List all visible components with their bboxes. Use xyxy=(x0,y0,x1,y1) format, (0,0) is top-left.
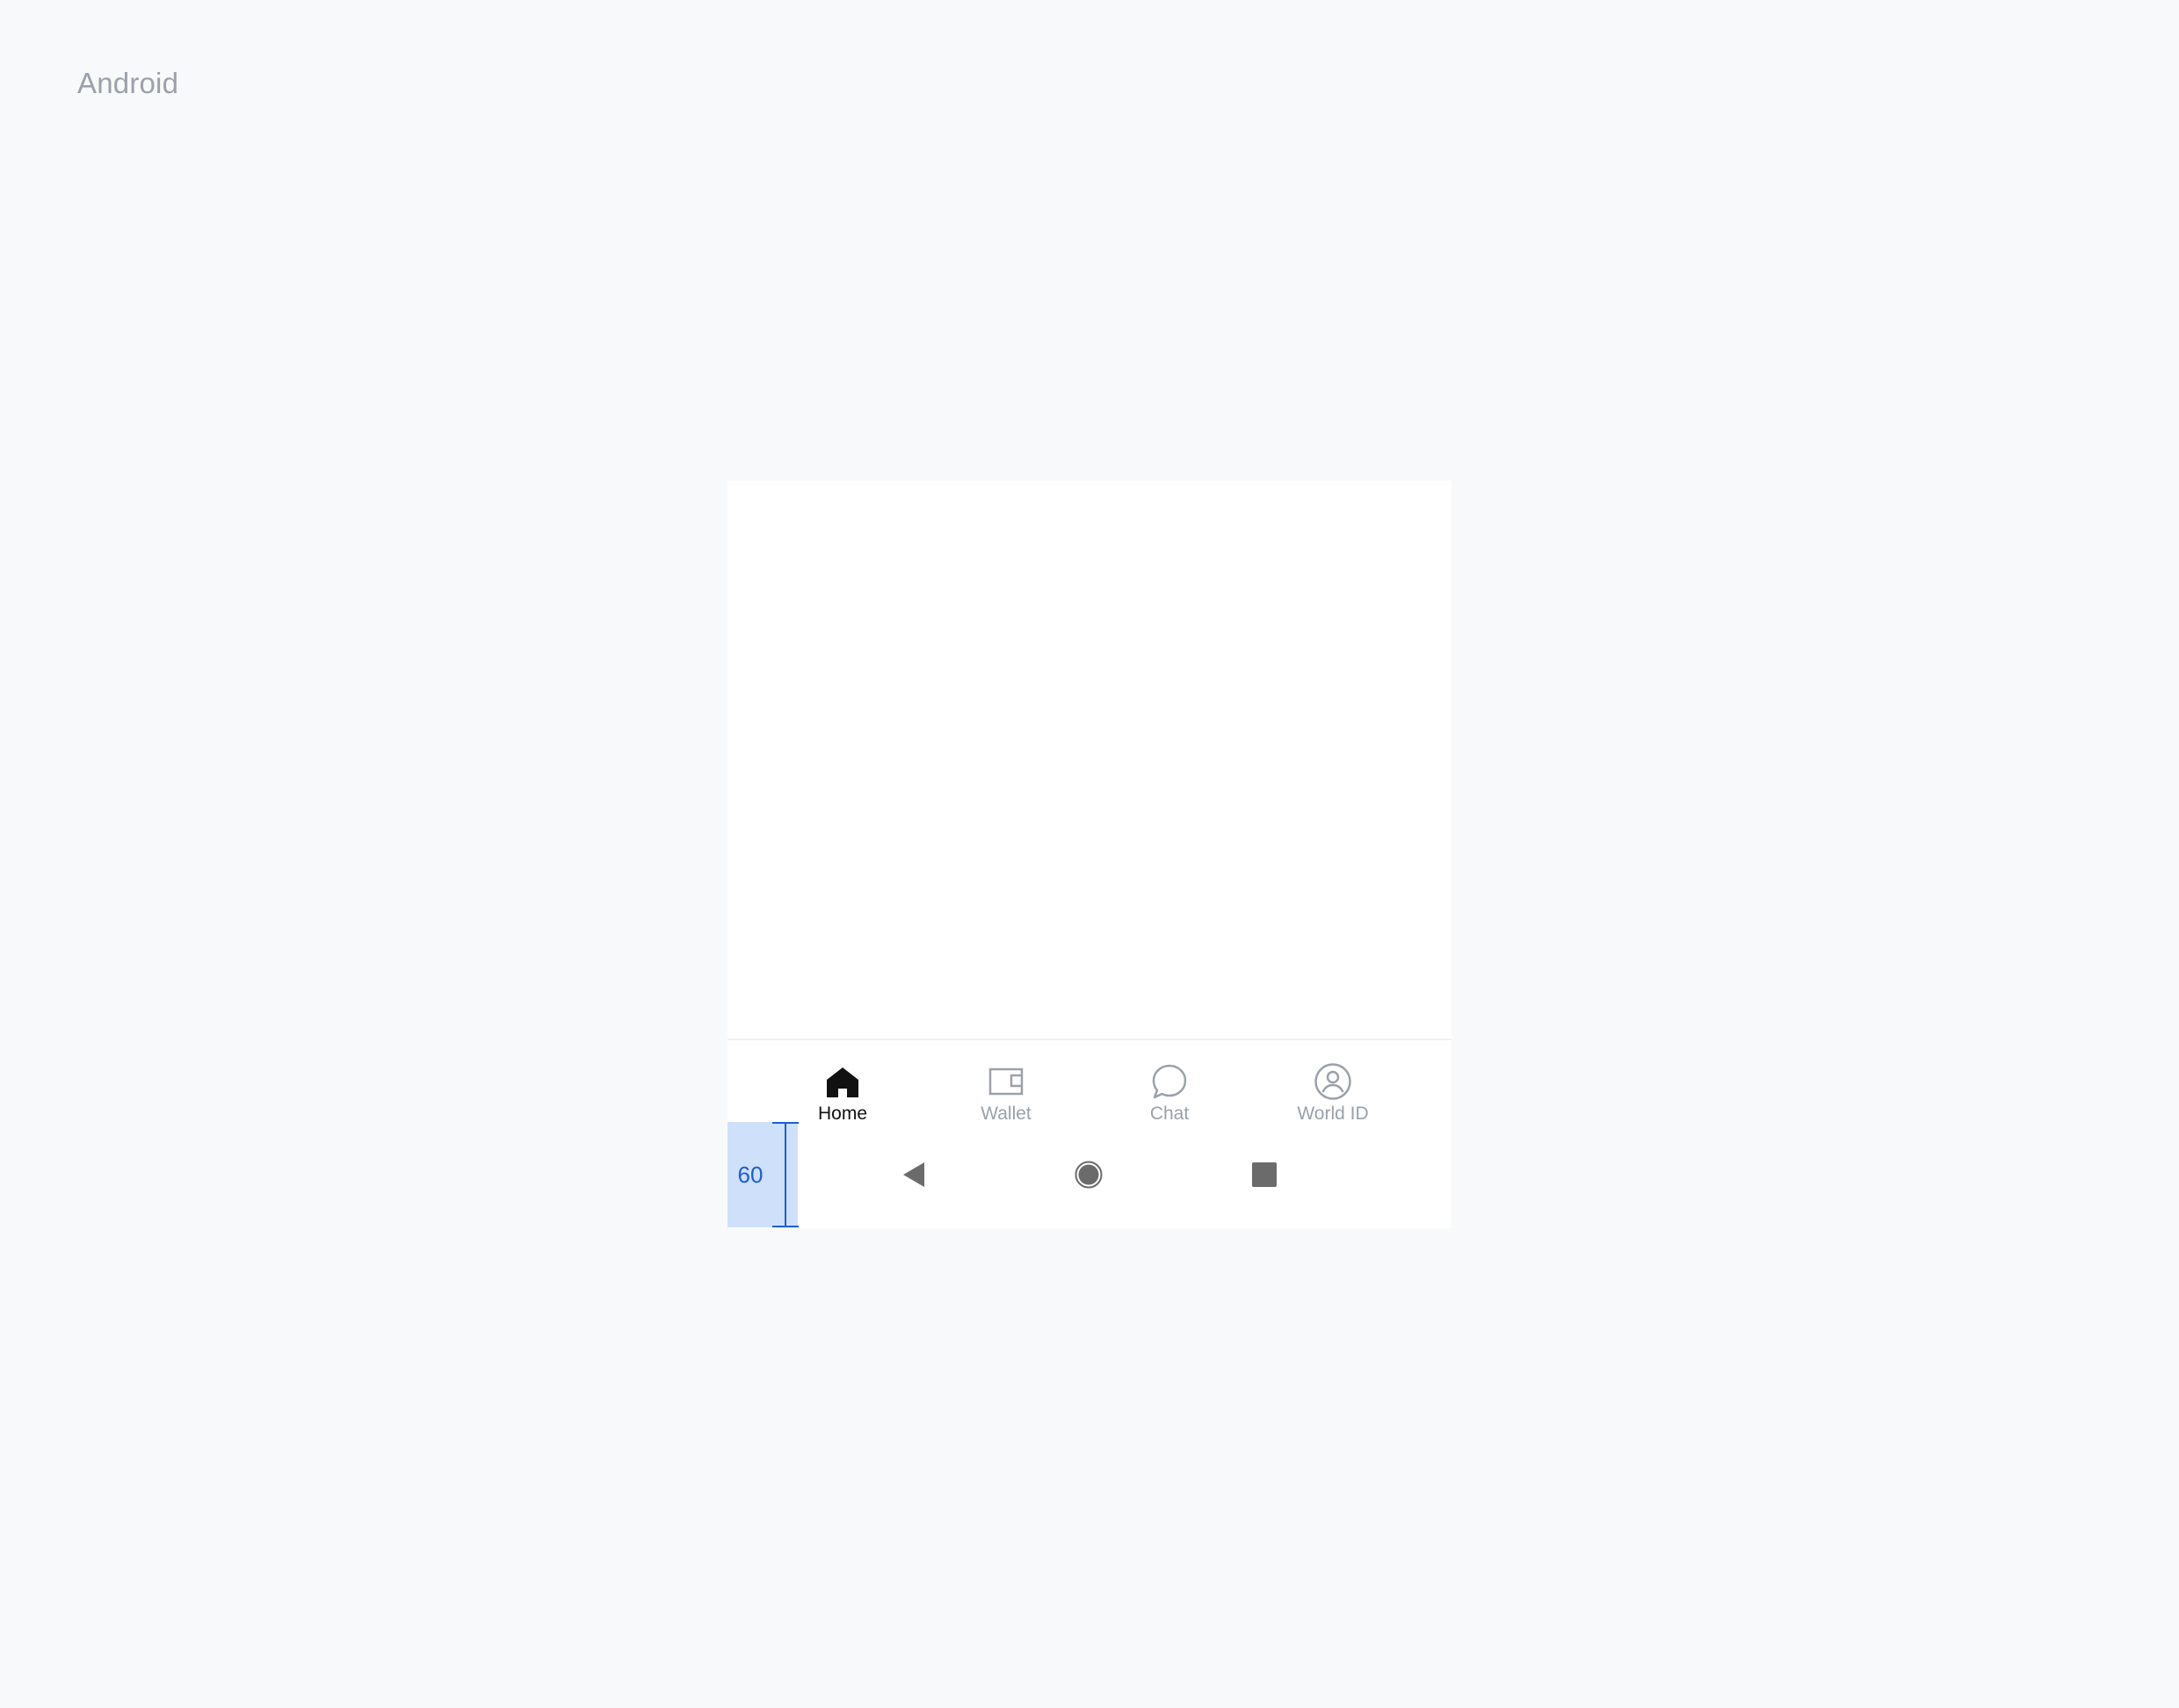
system-navigation-bar xyxy=(728,1123,1451,1228)
recents-square-icon xyxy=(1252,1162,1277,1187)
tab-world-id[interactable]: World ID xyxy=(1251,1040,1415,1125)
measurement-line xyxy=(785,1122,786,1227)
system-home-button[interactable] xyxy=(1074,1160,1104,1190)
screen-content-area xyxy=(728,481,1451,1039)
wallet-icon xyxy=(986,1061,1026,1102)
phone-frame: Home Wallet Chat World ID 60 xyxy=(728,481,1451,1228)
home-circle-icon xyxy=(1075,1161,1103,1189)
system-back-button[interactable] xyxy=(900,1160,928,1190)
tab-chat[interactable]: Chat xyxy=(1088,1040,1251,1125)
world-id-icon xyxy=(1313,1061,1353,1102)
tab-wallet[interactable]: Wallet xyxy=(924,1040,1088,1125)
home-icon xyxy=(822,1061,863,1102)
measurement-value: 60 xyxy=(737,1162,764,1188)
measurement-cap-bottom xyxy=(772,1226,799,1227)
bottom-tab-bar: Home Wallet Chat World ID xyxy=(728,1039,1451,1125)
nav-bar-height-annotation: 60 xyxy=(728,1122,799,1227)
system-recents-button[interactable] xyxy=(1251,1162,1278,1188)
chat-icon xyxy=(1149,1061,1190,1102)
platform-label: Android xyxy=(77,67,179,99)
measurement-cap-top xyxy=(772,1122,799,1124)
back-triangle-icon xyxy=(903,1162,924,1187)
tab-home[interactable]: Home xyxy=(761,1040,924,1125)
